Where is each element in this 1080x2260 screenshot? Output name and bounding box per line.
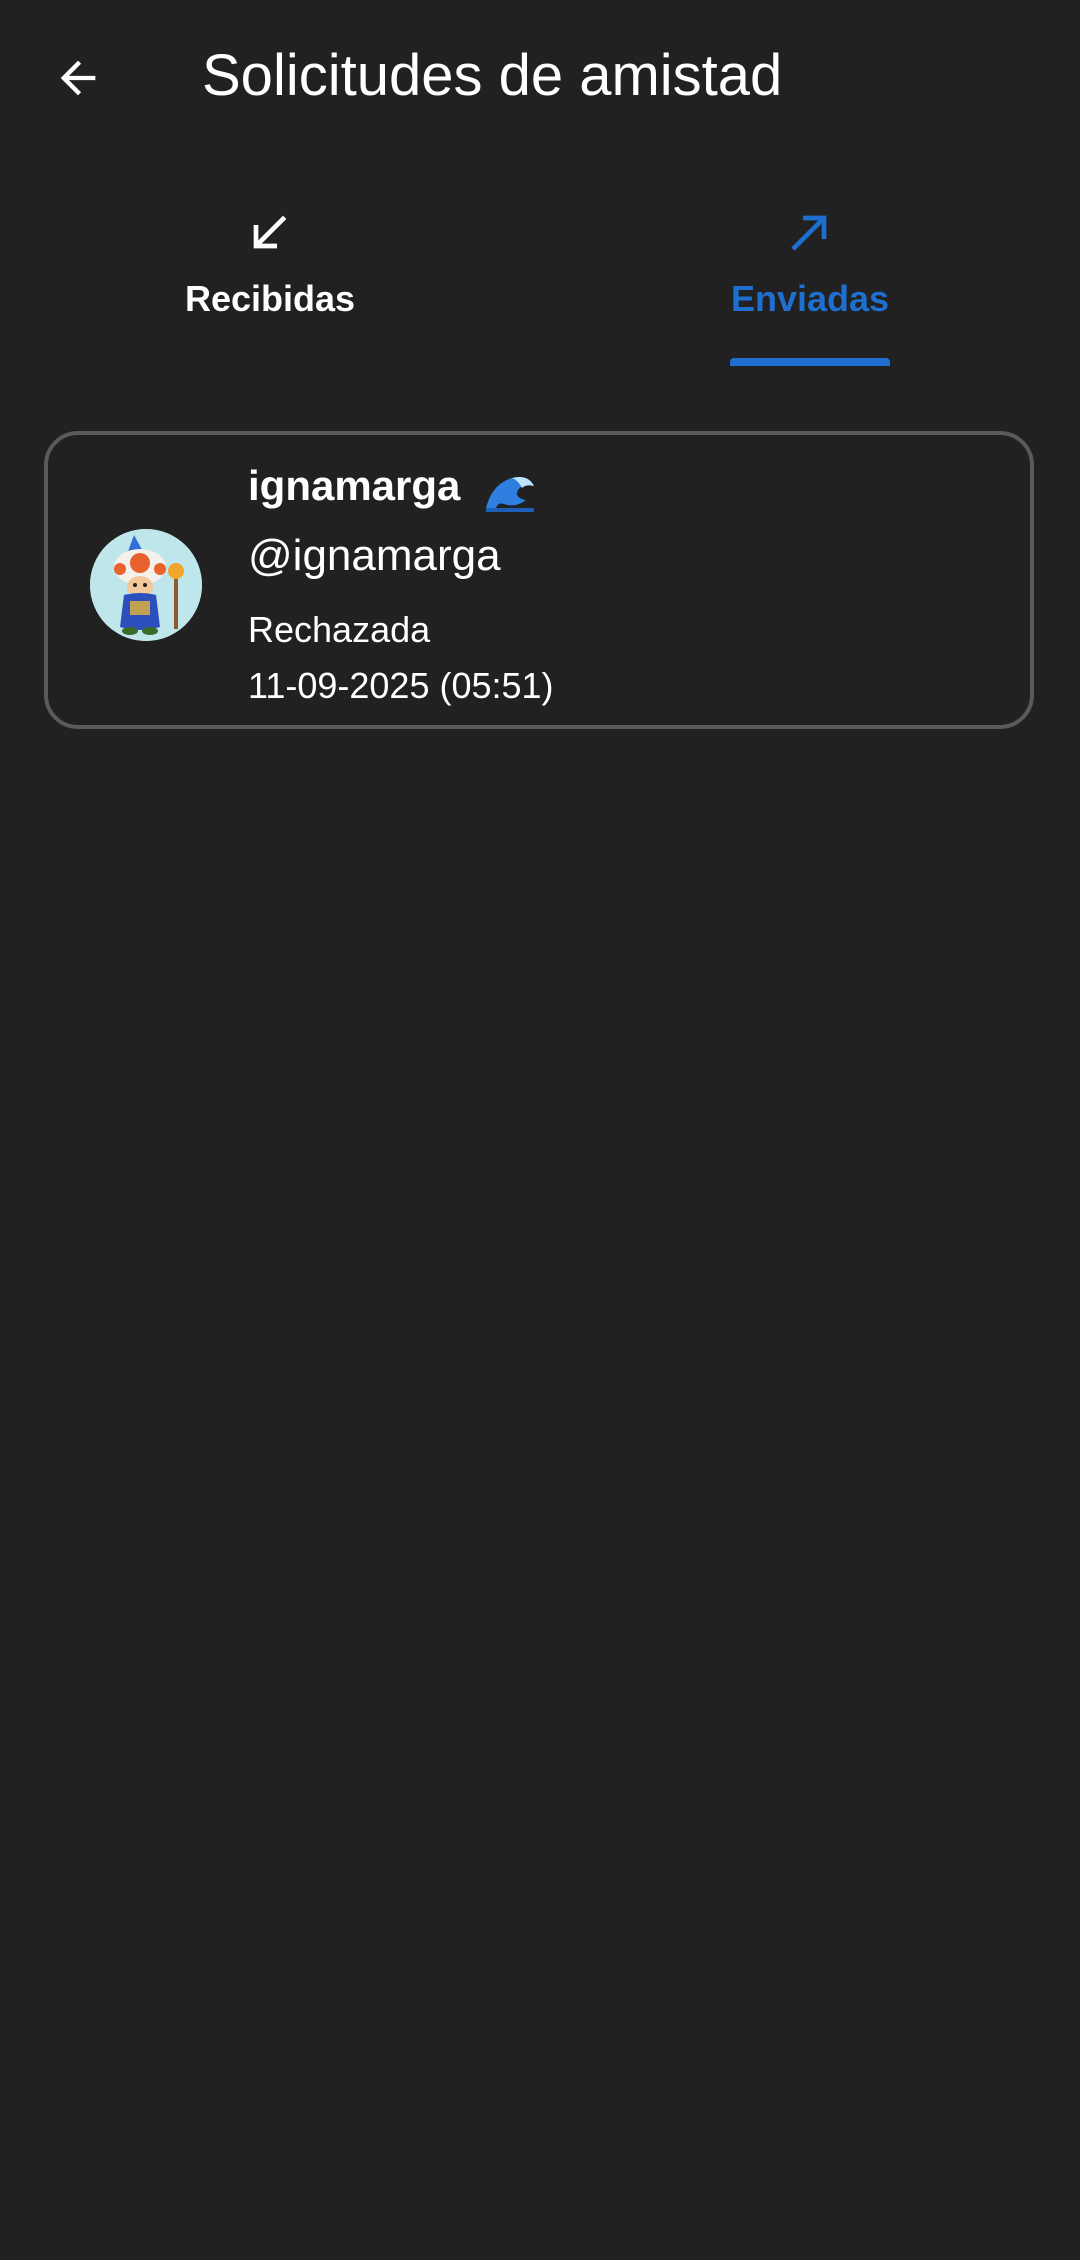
display-name-text: ignamarga xyxy=(248,462,461,509)
arrow-back-icon xyxy=(60,60,96,96)
tab-label-recibidas: Recibidas xyxy=(184,278,356,319)
tab-bar: Recibidas Enviadas xyxy=(0,190,1080,366)
arrow-down-left-icon xyxy=(253,215,287,249)
arrow-up-right-icon xyxy=(791,215,827,251)
page-title: Solicitudes de amistad xyxy=(202,43,783,108)
app-bar: Solicitudes de amistad xyxy=(0,0,1080,155)
tab-recibidas[interactable]: Recibidas xyxy=(0,190,540,366)
tab-enviadas[interactable]: Enviadas xyxy=(540,190,1080,366)
selected-tab-indicator xyxy=(730,358,890,366)
request-date: 11-09-2025 (05:51) xyxy=(248,665,554,706)
friend-request-card[interactable]: ignamarga @ignamarga Rechazada 11-09-202… xyxy=(44,431,1034,729)
display-name: ignamarga xyxy=(248,457,538,515)
avatar xyxy=(90,529,202,641)
toad-avatar-image xyxy=(90,529,202,641)
tab-label-enviadas: Enviadas xyxy=(730,278,890,319)
back-button[interactable] xyxy=(38,38,118,118)
request-status: Rechazada xyxy=(248,609,431,650)
username-handle: @ignamarga xyxy=(248,531,501,580)
wave-emoji-icon xyxy=(486,476,535,512)
